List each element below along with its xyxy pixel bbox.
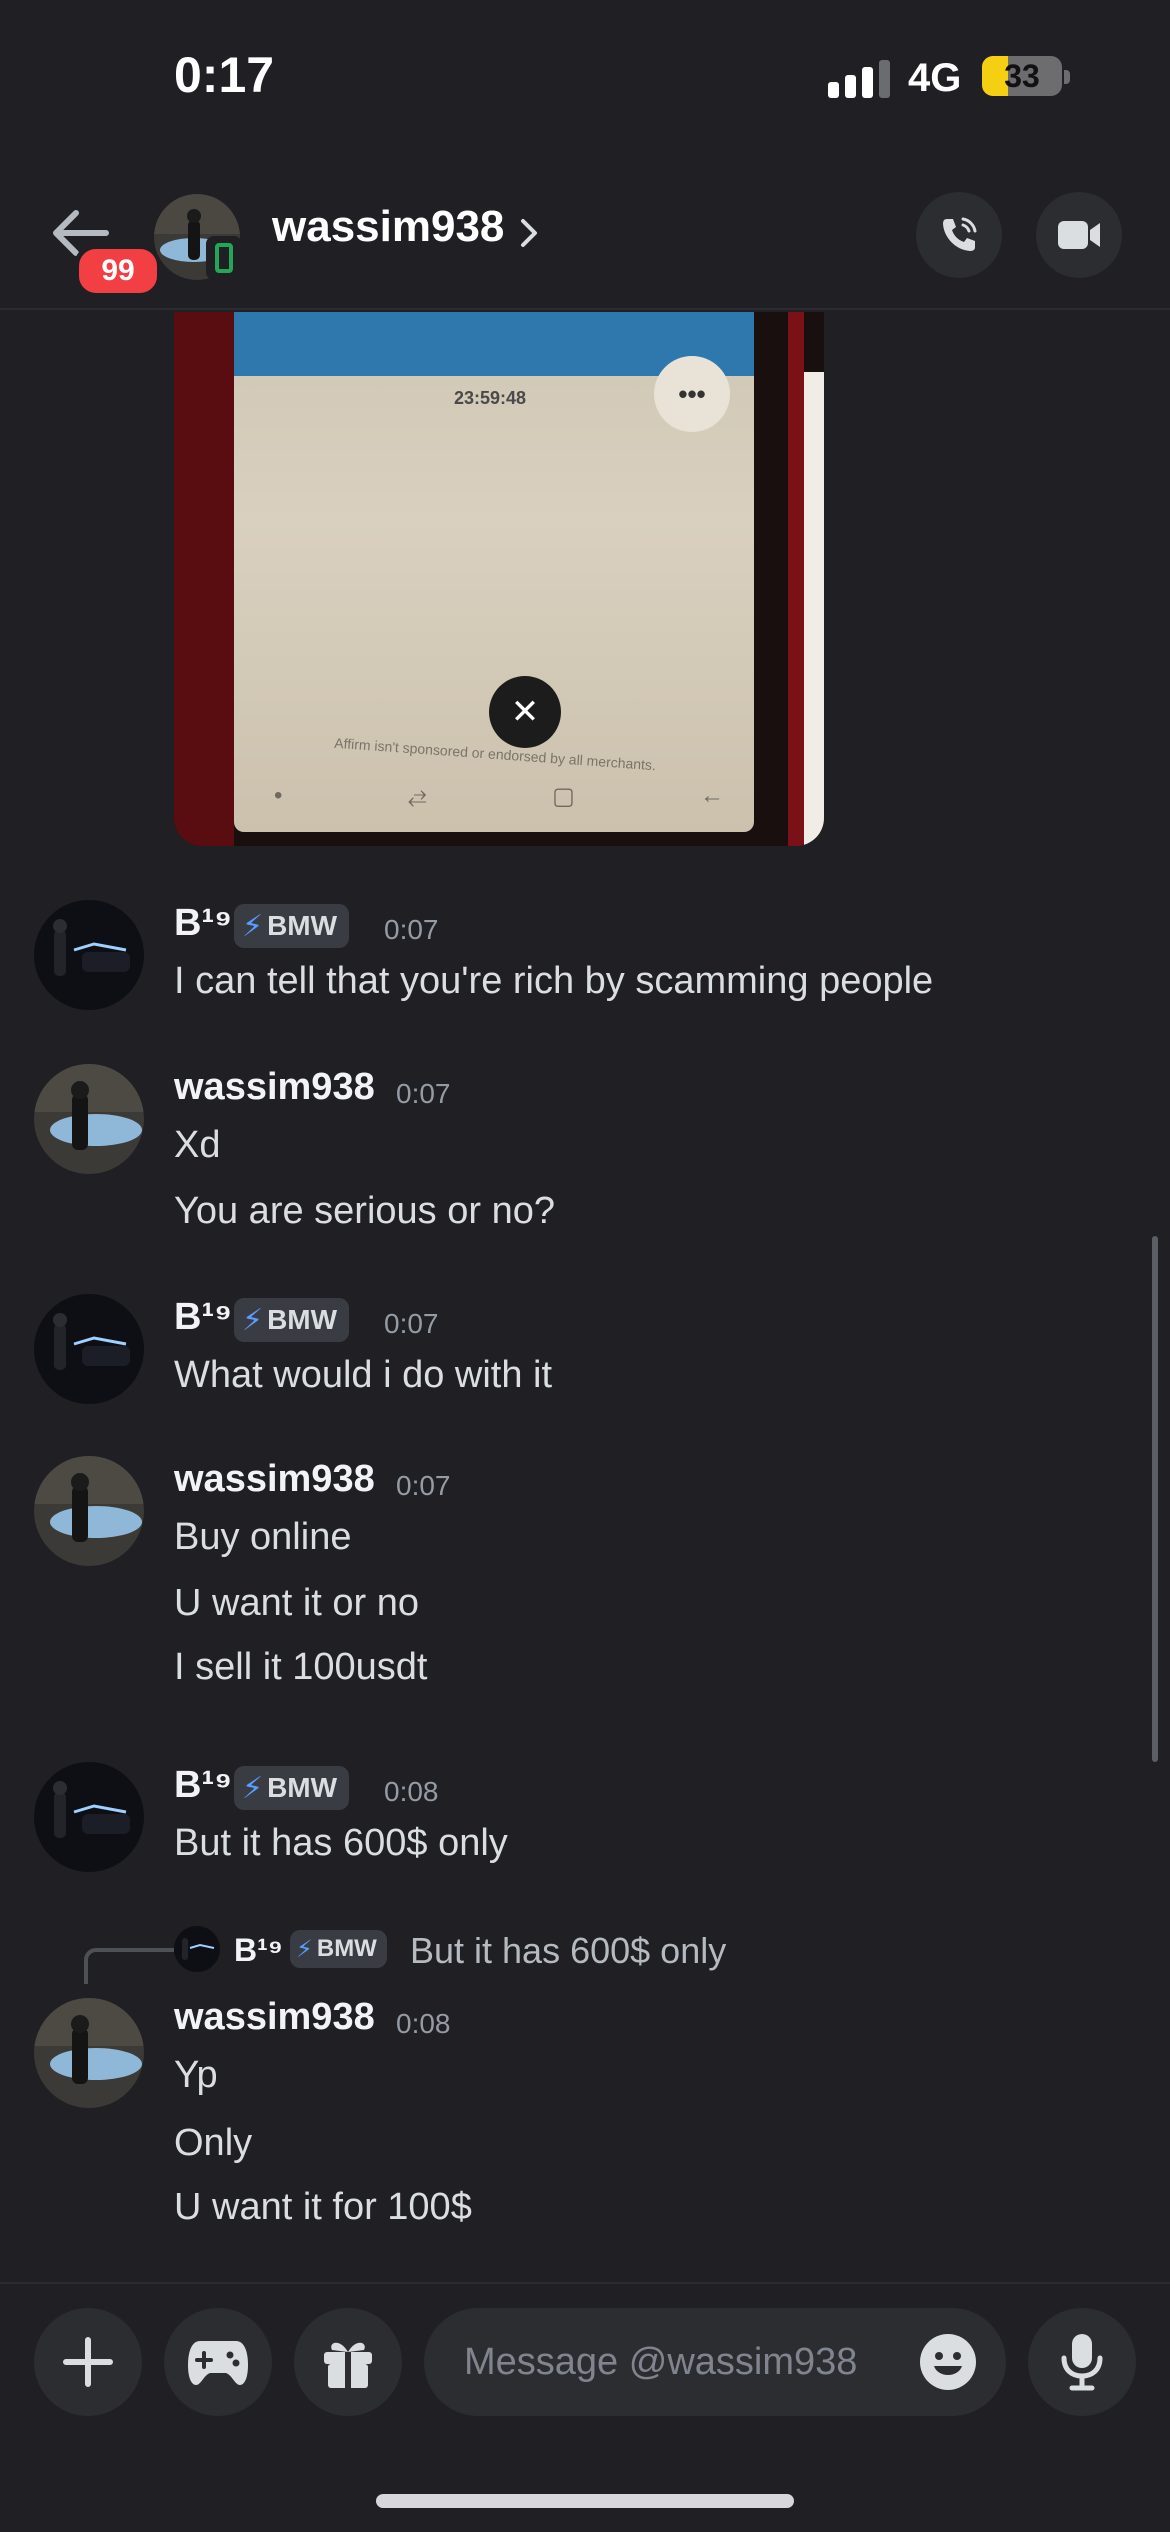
- phone-edge-right: [788, 312, 804, 846]
- message-time: 0:07: [396, 1470, 451, 1501]
- message-text: But it has 600$ only: [174, 1822, 508, 1864]
- image-attachment[interactable]: 23:59:48 ✕ Affirm isn't sponsored or end…: [174, 312, 824, 846]
- reply-role-tag: ⚡ BMW: [290, 1930, 387, 1968]
- role-tag: ⚡ BMW: [234, 1298, 350, 1342]
- avatar-b19[interactable]: [34, 1294, 144, 1404]
- message-author[interactable]: B¹⁹: [174, 1764, 232, 1807]
- avatar-wassim938[interactable]: [34, 1064, 144, 1174]
- voice-call-button[interactable]: [916, 192, 1002, 278]
- attachment-hand: [804, 372, 824, 846]
- plus-icon: [63, 2337, 113, 2387]
- gift-icon: [324, 2342, 372, 2388]
- battery-icon: 33: [982, 56, 1062, 96]
- video-camera-icon: [1058, 221, 1100, 249]
- battery-percent: 33: [1004, 58, 1040, 94]
- message-text: What would i do with it: [174, 1354, 553, 1396]
- message-input[interactable]: [464, 2336, 884, 2388]
- attachment-nav-bar: • ⥄ ▢ ←: [274, 782, 724, 810]
- battery-tip: [1064, 70, 1070, 84]
- home-indicator[interactable]: [376, 2494, 794, 2508]
- attachment-disclaimer: Affirm isn't sponsored or endorsed by al…: [333, 734, 657, 774]
- phone-call-icon: [943, 217, 977, 251]
- message-text: Xd: [174, 1124, 221, 1166]
- message-author[interactable]: wassim938: [174, 1066, 375, 1109]
- phone-edge: [174, 312, 234, 846]
- avatar-b19[interactable]: [34, 1762, 144, 1872]
- message-author[interactable]: B¹⁹: [174, 902, 232, 945]
- message-composer[interactable]: [424, 2308, 1006, 2416]
- header-username[interactable]: wassim938: [272, 202, 504, 252]
- emoji-icon[interactable]: [918, 2332, 978, 2392]
- message-author[interactable]: wassim938: [174, 1458, 375, 1501]
- voice-message-button[interactable]: [1028, 2308, 1136, 2416]
- role-tag: ⚡ BMW: [234, 1766, 350, 1810]
- reply-author: B¹⁹: [234, 1932, 283, 1968]
- message-text: You are serious or no?: [174, 1190, 555, 1232]
- unread-badge: 99: [74, 244, 162, 298]
- network-type: 4G: [908, 56, 962, 100]
- message-author[interactable]: B¹⁹: [174, 1296, 232, 1339]
- message-text: I can tell that you're rich by scamming …: [174, 960, 934, 1002]
- lightning-icon: ⚡: [296, 1935, 313, 1963]
- avatar-wassim938[interactable]: [34, 1456, 144, 1566]
- avatar-b19[interactable]: [34, 900, 144, 1010]
- gift-button[interactable]: [294, 2308, 402, 2416]
- message-time: 0:07: [384, 1308, 439, 1339]
- status-time: 0:17: [174, 47, 275, 103]
- scrollbar[interactable]: [1152, 1236, 1158, 1762]
- gamepad-icon: [188, 2341, 248, 2385]
- attachment-timer: 23:59:48: [454, 388, 527, 408]
- reply-avatar: [174, 1926, 220, 1972]
- microphone-icon: [1061, 2334, 1103, 2391]
- message-time: 0:07: [384, 914, 439, 945]
- message-text: Buy online: [174, 1516, 352, 1558]
- lightning-icon: ⚡: [242, 1303, 264, 1337]
- attachment-more-icon: •••: [654, 356, 730, 432]
- reply-connector: [84, 1948, 174, 1984]
- message-text: I sell it 100usdt: [174, 1646, 428, 1688]
- activities-button[interactable]: [164, 2308, 272, 2416]
- lightning-icon: ⚡: [242, 909, 264, 943]
- avatar-wassim938[interactable]: [34, 1998, 144, 2108]
- message-text: Yp: [174, 2054, 218, 2096]
- reply-preview-text[interactable]: But it has 600$ only: [410, 1930, 726, 1972]
- lightning-icon: ⚡: [242, 1771, 264, 1805]
- message-time: 0:08: [396, 2008, 451, 2039]
- composer-divider: [0, 2282, 1170, 2284]
- message-text: U want it or no: [174, 1582, 419, 1624]
- signal-strength-icon: [828, 58, 890, 98]
- message-text: Only: [174, 2122, 253, 2164]
- chevron-right-icon[interactable]: [518, 216, 540, 250]
- message-text: U want it for 100$: [174, 2186, 472, 2228]
- message-author[interactable]: wassim938: [174, 1996, 375, 2039]
- message-time: 0:08: [384, 1776, 439, 1807]
- header-divider: [0, 308, 1170, 310]
- role-tag: ⚡ BMW: [234, 904, 350, 948]
- add-attachment-button[interactable]: [34, 2308, 142, 2416]
- attachment-close-icon: ✕: [489, 676, 561, 748]
- mobile-icon: [206, 236, 242, 280]
- video-call-button[interactable]: [1036, 192, 1122, 278]
- message-time: 0:07: [396, 1078, 451, 1109]
